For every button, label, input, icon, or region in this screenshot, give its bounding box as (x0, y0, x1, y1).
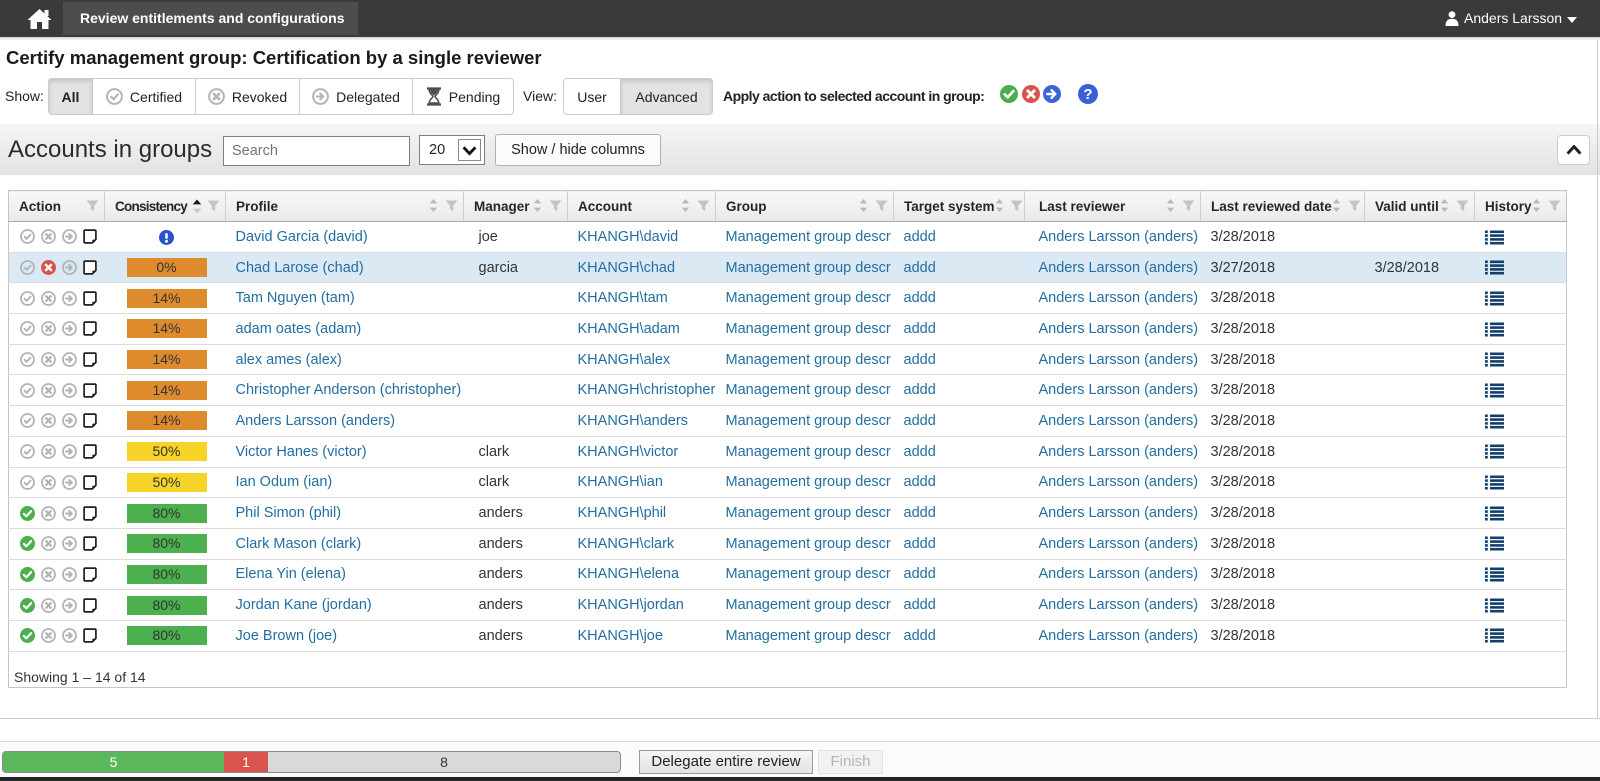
svg-text:?: ? (1083, 86, 1092, 103)
